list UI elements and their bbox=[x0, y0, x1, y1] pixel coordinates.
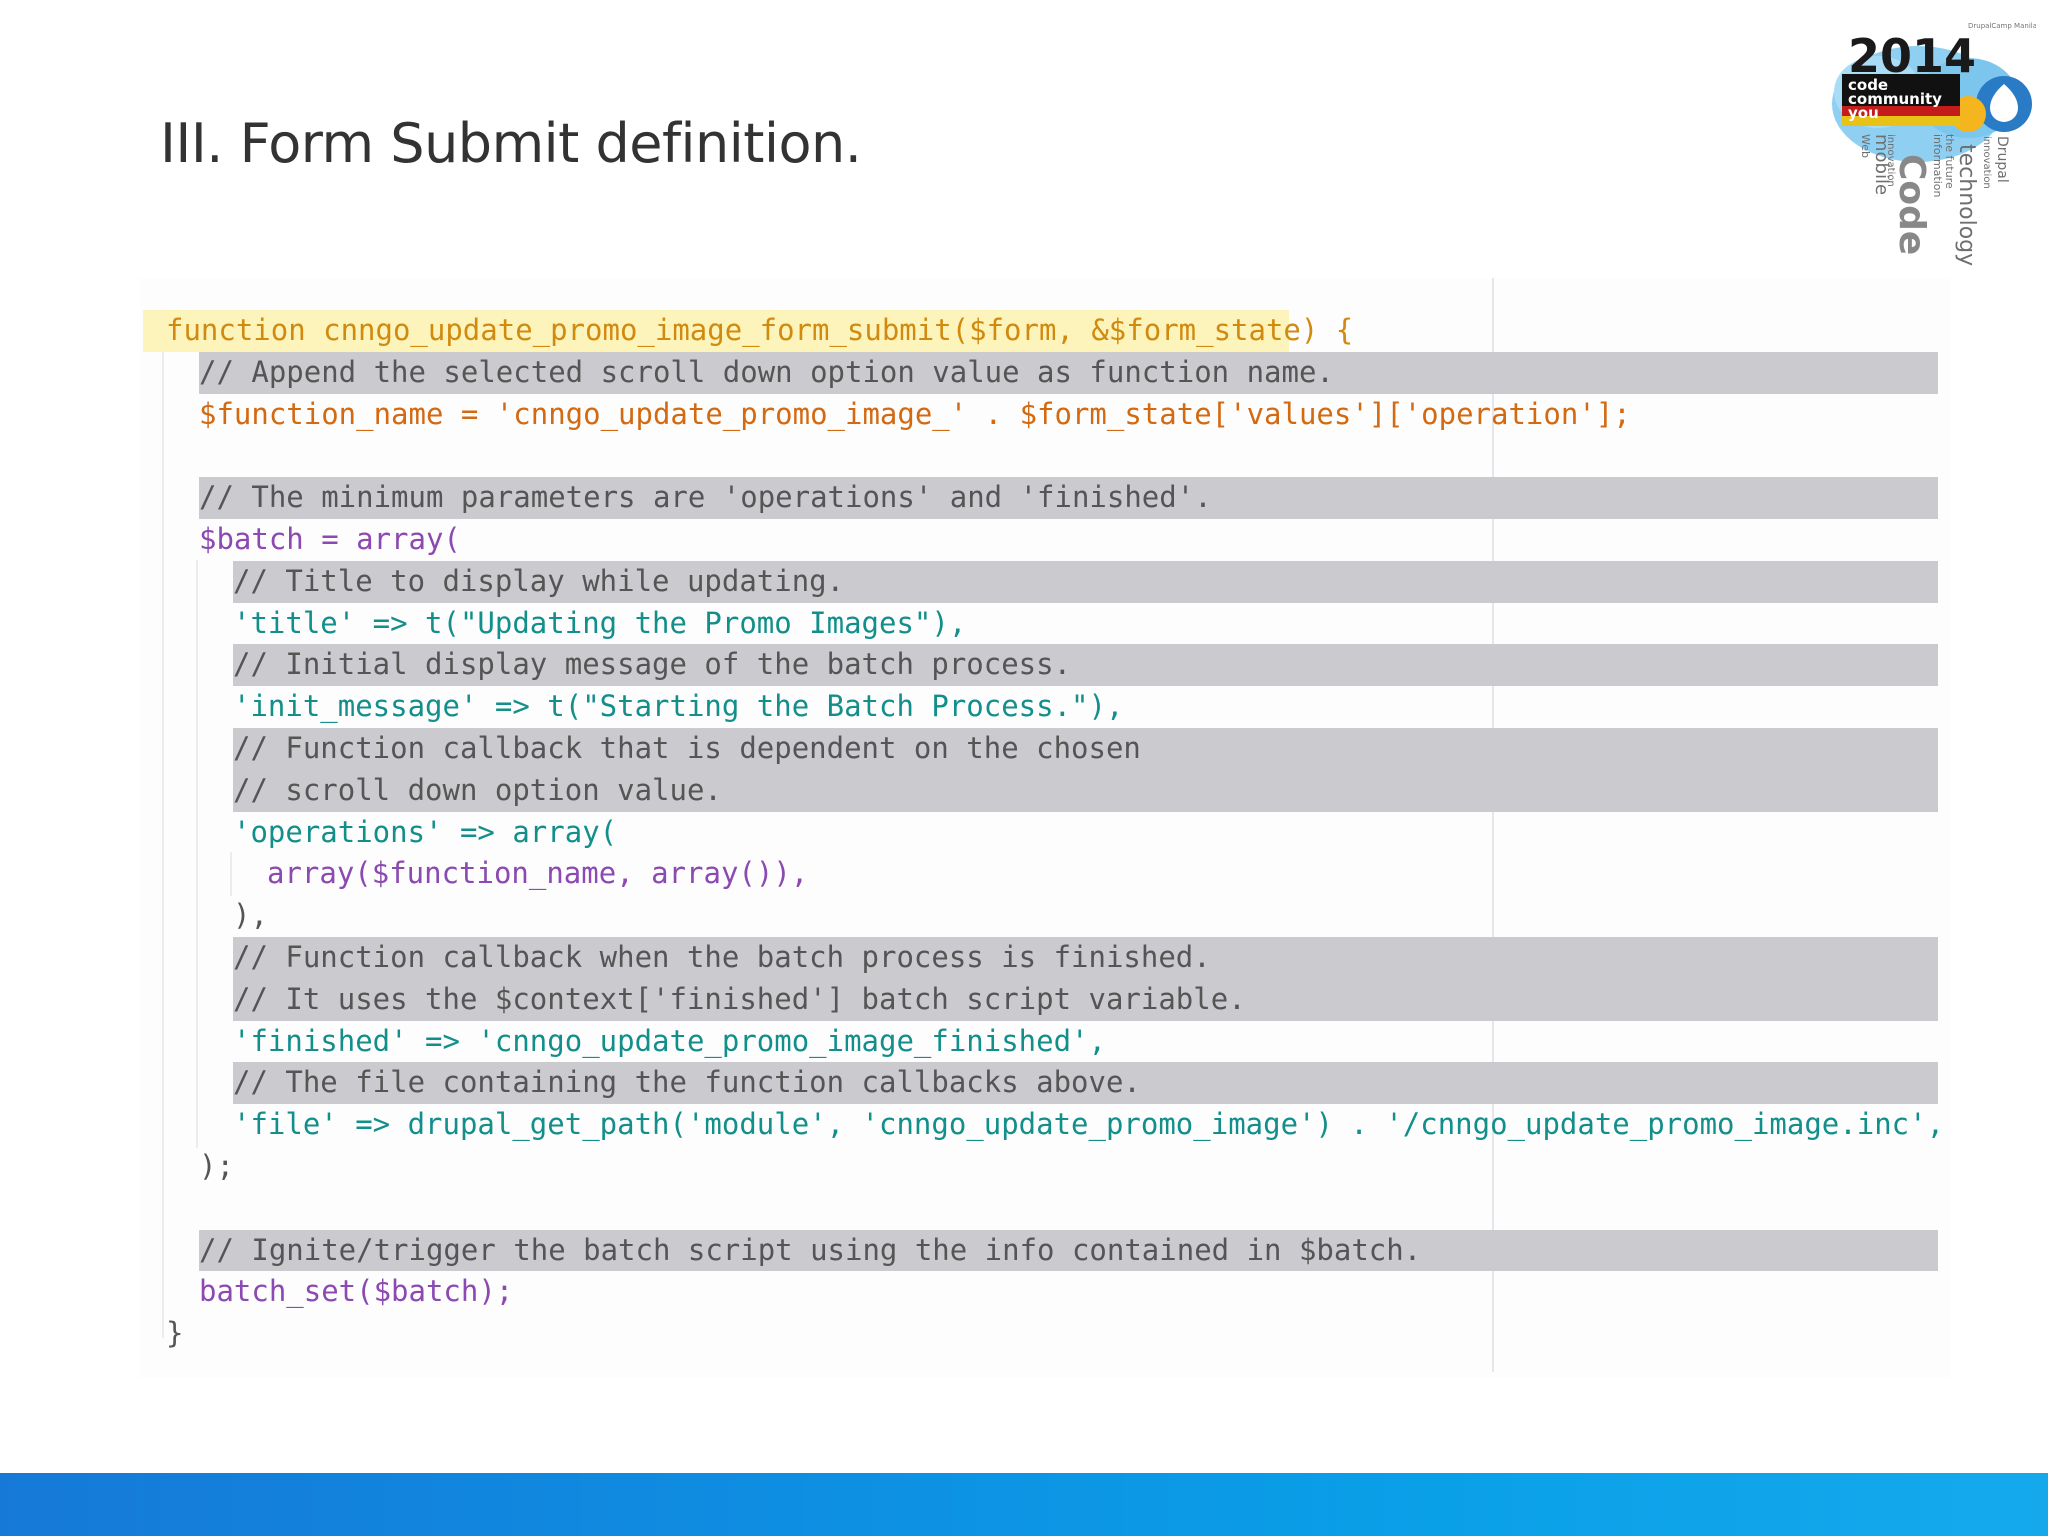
code-line-20: 'file' => drupal_get_path('module', 'cnn… bbox=[0, 1104, 2048, 1146]
code-line-1-text: function cnngo_update_promo_image_form_s… bbox=[166, 313, 1354, 347]
code-line-14-text: array($function_name, array()), bbox=[267, 856, 809, 891]
logo-graphic: 2014 code community you DrupalCamp Manil… bbox=[1832, 22, 2037, 266]
code-comment: // Function callback when the batch proc… bbox=[233, 939, 1211, 974]
code-line-19: // The file containing the function call… bbox=[0, 1062, 2048, 1104]
code-line-18: 'finished' => 'cnngo_update_promo_image_… bbox=[0, 1021, 2048, 1063]
logo-word-5: information bbox=[1931, 134, 1944, 198]
logo-word-9: Drupal bbox=[1994, 136, 2010, 183]
code-line-25: } bbox=[0, 1313, 2048, 1355]
code-line-20-text: 'file' => drupal_get_path('module', 'cnn… bbox=[233, 1107, 1945, 1142]
code-block: function cnngo_update_promo_image_form_s… bbox=[0, 310, 2048, 1355]
code-line-12: // scroll down option value. bbox=[0, 769, 2048, 812]
logo-small-text: DrupalCamp Manila bbox=[1968, 22, 2036, 30]
code-line-21-text: ); bbox=[199, 1148, 234, 1183]
code-line-8: 'title' => t("Updating the Promo Images"… bbox=[0, 603, 2048, 645]
logo-word-4: Code bbox=[1891, 154, 1932, 255]
code-comment: // scroll down option value. bbox=[233, 772, 722, 807]
code-line-10: 'init_message' => t("Starting the Batch … bbox=[0, 686, 2048, 728]
slide: III. Form Submit definition. 2014 code c… bbox=[0, 0, 2048, 1536]
code-line-21: ); bbox=[0, 1146, 2048, 1188]
code-comment: // Title to display while updating. bbox=[233, 563, 845, 598]
logo-word-1: Web bbox=[1859, 134, 1872, 158]
logo-word-7: technology bbox=[1954, 144, 1979, 266]
code-line-23: // Ignite/trigger the batch script using… bbox=[0, 1229, 2048, 1272]
code-line-3-text: $function_name = 'cnngo_update_promo_ima… bbox=[199, 396, 1631, 431]
slide-title: III. Form Submit definition. bbox=[160, 112, 862, 175]
code-comment: // The file containing the function call… bbox=[233, 1065, 1141, 1100]
code-line-25-text: } bbox=[166, 1316, 184, 1351]
footer-band bbox=[0, 1473, 2048, 1536]
code-comment: // Ignite/trigger the batch script using… bbox=[199, 1232, 1422, 1267]
code-line-10-text: 'init_message' => t("Starting the Batch … bbox=[233, 689, 1124, 724]
code-comment: // Append the selected scroll down optio… bbox=[199, 354, 1334, 389]
logo-tagline-3: you bbox=[1848, 104, 1879, 122]
code-line-15: ), bbox=[0, 895, 2048, 937]
code-comment: // The minimum parameters are 'operation… bbox=[199, 480, 1212, 515]
code-line-13-text: 'operations' => array( bbox=[233, 814, 618, 849]
code-line-14: array($function_name, array()), bbox=[0, 853, 2048, 895]
code-line-17: // It uses the $context['finished'] batc… bbox=[0, 978, 2048, 1021]
code-line-6: $batch = array( bbox=[0, 519, 2048, 561]
logo-word-8: innovation bbox=[1981, 136, 1992, 189]
code-line-2: // Append the selected scroll down optio… bbox=[0, 351, 2048, 394]
code-comment: // Initial display message of the batch … bbox=[233, 647, 1072, 682]
code-line-6-text: $batch = array( bbox=[199, 521, 461, 556]
code-line-18-text: 'finished' => 'cnngo_update_promo_image_… bbox=[233, 1023, 1106, 1058]
code-line-5: // The minimum parameters are 'operation… bbox=[0, 477, 2048, 519]
code-comment: // Function callback that is dependent o… bbox=[233, 730, 1141, 765]
code-line-24: batch_set($batch); bbox=[0, 1271, 2048, 1313]
code-line-16: // Function callback when the batch proc… bbox=[0, 936, 2048, 979]
code-comment: // It uses the $context['finished'] batc… bbox=[233, 981, 1246, 1016]
code-line-15-text: ), bbox=[233, 898, 268, 933]
code-line-13: 'operations' => array( bbox=[0, 812, 2048, 854]
code-line-8-text: 'title' => t("Updating the Promo Images"… bbox=[233, 605, 967, 640]
drupalcamp-2014-logo: 2014 code community you DrupalCamp Manil… bbox=[1818, 14, 2037, 270]
code-line-11: // Function callback that is dependent o… bbox=[0, 727, 2048, 770]
logo-year: 2014 bbox=[1848, 29, 1976, 83]
code-line-1: function cnngo_update_promo_image_form_s… bbox=[0, 310, 2048, 352]
code-line-24-text: batch_set($batch); bbox=[199, 1274, 514, 1309]
code-line-3: $function_name = 'cnngo_update_promo_ima… bbox=[0, 394, 2048, 436]
code-line-9: // Initial display message of the batch … bbox=[0, 644, 2048, 686]
code-line-7: // Title to display while updating. bbox=[0, 560, 2048, 603]
